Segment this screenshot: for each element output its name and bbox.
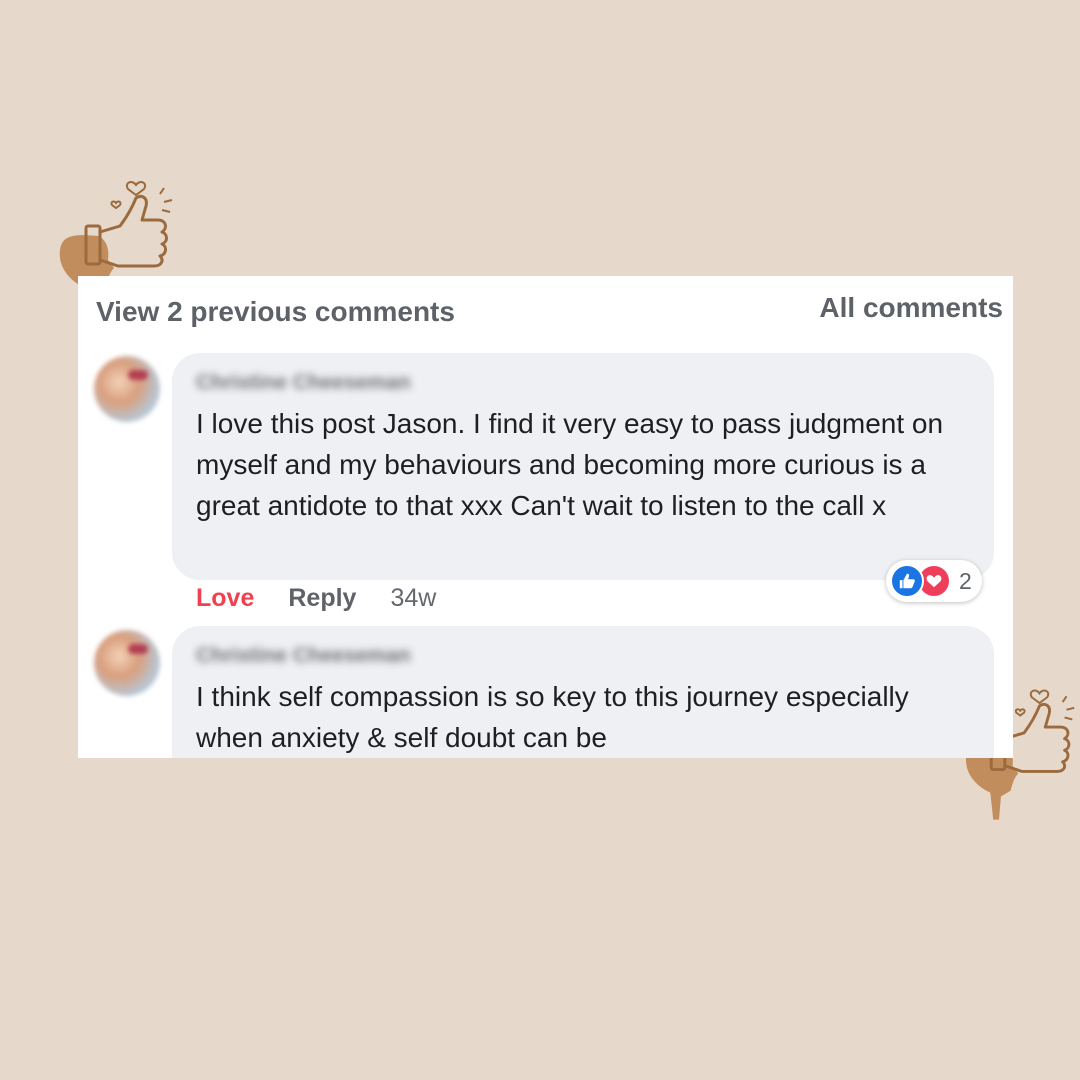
comment-author[interactable]: Christine Cheeseman xyxy=(196,644,411,668)
love-button[interactable]: Love xyxy=(196,584,254,613)
avatar[interactable] xyxy=(94,630,160,696)
reply-button[interactable]: Reply xyxy=(288,584,356,613)
reaction-count: 2 xyxy=(959,567,972,594)
comment-bubble: Christine Cheeseman I think self compass… xyxy=(172,626,994,758)
comment-text: I think self compassion is so key to thi… xyxy=(196,681,909,753)
comment-actions: Love Reply 34w xyxy=(196,584,436,613)
view-previous-comments-link[interactable]: View 2 previous comments xyxy=(96,296,455,328)
comment-timestamp[interactable]: 34w xyxy=(390,584,436,613)
comment-text: I love this post Jason. I find it very e… xyxy=(196,408,944,521)
reaction-summary[interactable]: 2 xyxy=(886,560,982,602)
comment-bubble: Christine Cheeseman I love this post Jas… xyxy=(172,353,994,580)
like-icon xyxy=(890,564,924,598)
comments-panel: View 2 previous comments All comments Ch… xyxy=(78,276,1013,758)
avatar[interactable] xyxy=(94,356,160,422)
all-comments-filter[interactable]: All comments xyxy=(819,292,1003,324)
comment-author[interactable]: Christine Cheeseman xyxy=(196,371,411,395)
